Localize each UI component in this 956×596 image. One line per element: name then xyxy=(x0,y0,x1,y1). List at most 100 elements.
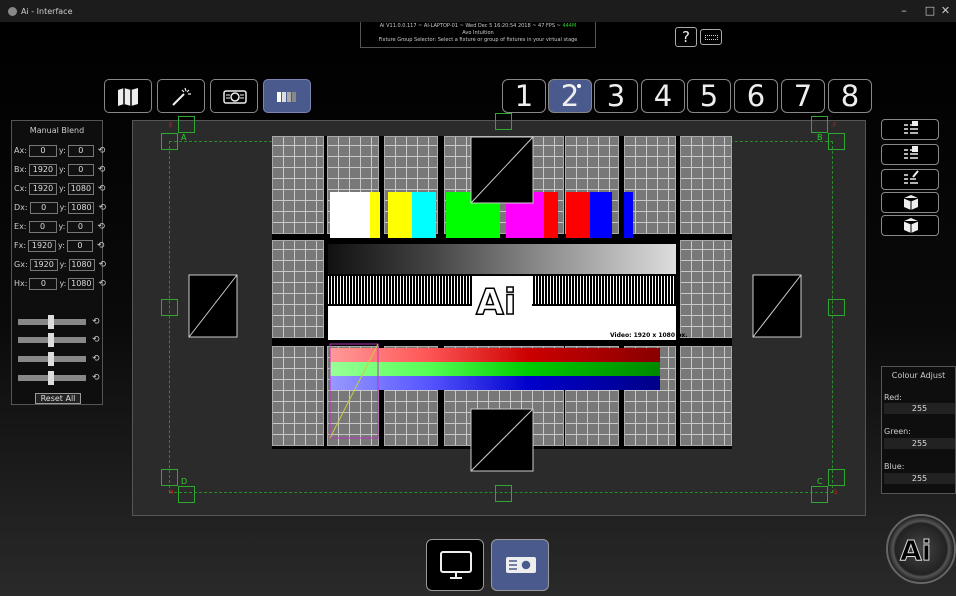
page-button-6[interactable]: 6 xyxy=(734,79,778,113)
corner-handle-h[interactable] xyxy=(178,486,195,503)
red-input[interactable]: 255 xyxy=(884,403,955,414)
reset-icon[interactable]: ⟲ xyxy=(97,222,107,232)
list-add-button[interactable] xyxy=(881,144,939,165)
marker-label-g: G xyxy=(833,489,838,496)
y-prefix: y: xyxy=(59,203,67,212)
x-input[interactable]: 1920 xyxy=(29,182,58,195)
corner-handle-c[interactable] xyxy=(828,469,845,486)
list-edit-button[interactable] xyxy=(881,169,939,190)
y-input[interactable]: 0 xyxy=(67,144,94,157)
edge-handle-right[interactable] xyxy=(828,299,845,316)
blue-input[interactable]: 255 xyxy=(884,473,955,484)
edge-handle-top[interactable] xyxy=(495,113,512,130)
x-input[interactable]: 1920 xyxy=(28,163,57,176)
list-add-icon xyxy=(904,146,918,159)
slider-handle[interactable] xyxy=(48,352,54,366)
projector-icon xyxy=(223,90,247,104)
blend-slider[interactable] xyxy=(18,333,86,347)
y-prefix: y: xyxy=(59,279,67,288)
reset-all-button[interactable]: Reset All xyxy=(35,393,81,404)
page-button-2[interactable]: 2 xyxy=(548,79,592,113)
x-prefix: x: xyxy=(19,146,27,155)
page-button-5[interactable]: 5 xyxy=(687,79,731,113)
page-button-7[interactable]: 7 xyxy=(781,79,825,113)
x-prefix: x: xyxy=(19,165,27,174)
memory-readout: 444M xyxy=(562,23,577,29)
ai-logo: Ai xyxy=(886,514,956,584)
cube-check-button[interactable] xyxy=(881,192,939,213)
slider-handle[interactable] xyxy=(48,371,54,385)
blend-tool-button[interactable] xyxy=(263,79,311,113)
x-prefix: x: xyxy=(20,279,28,288)
cube-button[interactable] xyxy=(881,215,939,236)
green-label: Green: xyxy=(884,427,911,436)
reset-icon[interactable]: ⟲ xyxy=(98,146,108,156)
x-input[interactable]: 0 xyxy=(29,201,58,214)
selection-outline[interactable] xyxy=(328,342,380,440)
corner-handle-b[interactable] xyxy=(828,133,845,150)
colour-adjust-panel: Colour Adjust Red: 255 Green: 255 Blue: … xyxy=(881,366,956,494)
page-button-3[interactable]: 3 xyxy=(594,79,638,113)
window-title: Ai - Interface xyxy=(21,6,73,16)
reset-icon[interactable]: ⟲ xyxy=(92,354,102,364)
x-input[interactable]: 1920 xyxy=(28,239,57,252)
reset-icon[interactable]: ⟲ xyxy=(99,260,109,270)
page-button-1[interactable]: 1 xyxy=(502,79,546,113)
effects-tool-button[interactable] xyxy=(157,79,205,113)
corner-handle-g[interactable] xyxy=(811,486,828,503)
projector-view-button[interactable] xyxy=(491,539,549,591)
map-tool-button[interactable] xyxy=(104,79,152,113)
list-check-button[interactable] xyxy=(881,119,939,140)
blend-row-d: Dx: 0 y: 1080 ⟲ xyxy=(14,201,108,214)
y-input[interactable]: 0 xyxy=(67,163,94,176)
reset-icon[interactable]: ⟲ xyxy=(98,279,108,289)
edge-handle-left[interactable] xyxy=(161,299,178,316)
page-button-4[interactable]: 4 xyxy=(641,79,685,113)
blend-slider[interactable] xyxy=(18,315,86,329)
x-input[interactable]: 0 xyxy=(28,144,57,157)
slider-handle[interactable] xyxy=(48,315,54,329)
product-name: Avo Intuition xyxy=(462,30,494,36)
page-button-8[interactable]: 8 xyxy=(828,79,872,113)
reset-icon[interactable]: ⟲ xyxy=(97,241,107,251)
y-input[interactable]: 0 xyxy=(66,239,93,252)
green-input[interactable]: 255 xyxy=(884,438,955,449)
x-input[interactable]: 0 xyxy=(29,277,58,290)
x-input[interactable]: 1920 xyxy=(29,258,58,271)
corner-label-c: C xyxy=(817,477,823,486)
edge-handle-bottom[interactable] xyxy=(495,485,512,502)
manual-blend-panel: Manual Blend Ax: 0 y: 0 ⟲ Bx: 1920 y: 0 ⟲ Cx: 1920 y… xyxy=(11,120,106,405)
corner-handle-a[interactable] xyxy=(161,133,178,150)
blend-slider[interactable] xyxy=(18,352,86,366)
x-prefix: x: xyxy=(20,260,28,269)
keyboard-button[interactable] xyxy=(700,29,722,45)
y-input[interactable]: 0 xyxy=(67,220,94,233)
close-button[interactable]: ✕ xyxy=(935,0,956,22)
y-input[interactable]: 1080 xyxy=(68,277,95,290)
y-input[interactable]: 1080 xyxy=(68,201,95,214)
map-icon xyxy=(118,88,138,106)
app-icon xyxy=(8,6,17,16)
corner-handle-f[interactable] xyxy=(811,116,828,133)
reset-icon[interactable]: ⟲ xyxy=(98,203,108,213)
y-input[interactable]: 1080 xyxy=(67,182,94,195)
reset-icon[interactable]: ⟲ xyxy=(92,373,102,383)
blue-label: Blue: xyxy=(884,462,905,471)
corner-handle-e[interactable] xyxy=(178,116,195,133)
x-input[interactable]: 0 xyxy=(28,220,57,233)
blend-slider[interactable] xyxy=(18,371,86,385)
test-pattern-display[interactable]: Video: 1920 x 1080 px. Ai xyxy=(272,136,732,472)
y-prefix: y: xyxy=(58,165,66,174)
y-input[interactable]: 1080 xyxy=(68,258,95,271)
reset-icon[interactable]: ⟲ xyxy=(92,335,102,345)
projector-icon xyxy=(506,557,536,573)
reset-icon[interactable]: ⟲ xyxy=(92,317,102,327)
reset-icon[interactable]: ⟲ xyxy=(98,165,108,175)
corner-handle-d[interactable] xyxy=(161,469,178,486)
x-prefix: x: xyxy=(18,241,27,250)
projector-tool-button[interactable] xyxy=(210,79,258,113)
help-button[interactable]: ? xyxy=(675,27,697,47)
output-monitor-button[interactable] xyxy=(426,539,484,591)
slider-handle[interactable] xyxy=(48,333,54,347)
reset-icon[interactable]: ⟲ xyxy=(98,184,108,194)
